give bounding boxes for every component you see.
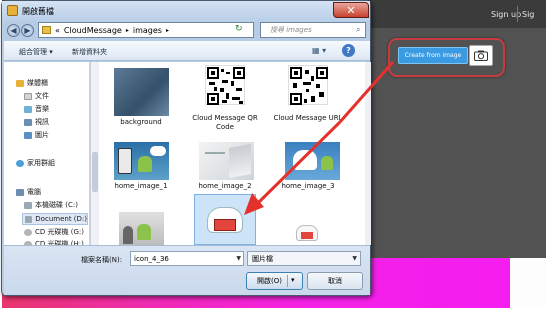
arrow-line — [338, 61, 395, 123]
arrow-line — [256, 120, 342, 205]
annotation-arrows — [244, 61, 395, 215]
arrow-head — [244, 193, 264, 215]
screenshot: Sign up Sig Create from image 開啟舊檔 ✕ ◀ ▶… — [0, 0, 546, 316]
